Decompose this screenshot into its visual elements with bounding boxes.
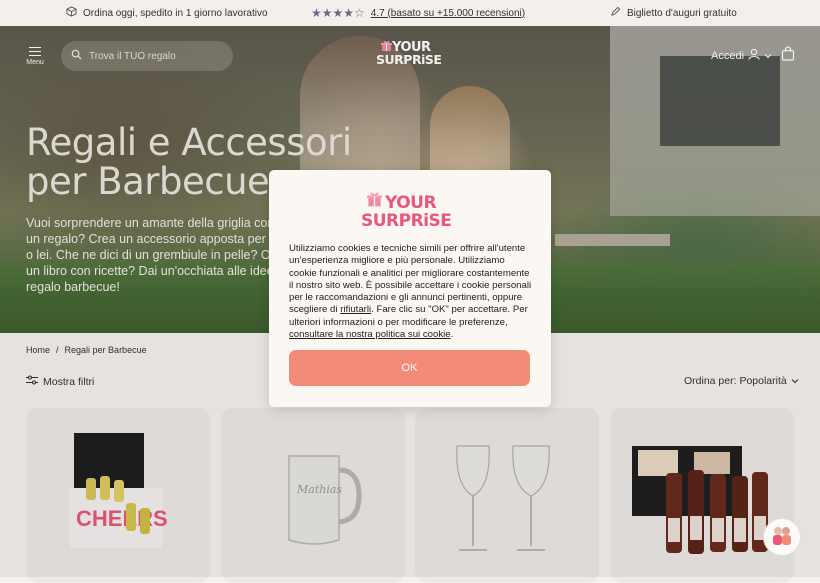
card-text: Biglietto d'auguri gratuito	[627, 7, 737, 19]
dialog-logo-line2: SURPRiSE	[361, 211, 452, 231]
card-info: Biglietto d'auguri gratuito	[610, 0, 737, 26]
top-info-bar: Ordina oggi, spedito in 1 giorno lavorat…	[0, 0, 820, 26]
cookie-policy-link[interactable]: consultare la nostra politica sui cookie	[289, 329, 451, 340]
pen-icon	[610, 6, 621, 20]
support-chat-button[interactable]	[763, 518, 801, 556]
shipping-text: Ordina oggi, spedito in 1 giorno lavorat…	[83, 7, 268, 19]
rating-link[interactable]: 4.7 (basato su +15.000 recensioni)	[371, 8, 525, 19]
cookie-text-end: .	[450, 329, 454, 341]
dialog-logo: YOUR SURPRiSE	[361, 190, 461, 232]
cookie-text: Utilizziamo cookies e tecniche simili pe…	[289, 243, 533, 341]
rating-stars-icon: ★★★★☆	[311, 6, 365, 20]
cookie-consent-dialog: YOUR SURPRiSE Utilizziamo cookies e tecn…	[269, 170, 551, 407]
gift-logo-icon	[367, 191, 382, 212]
box-icon	[66, 6, 77, 20]
shipping-info: Ordina oggi, spedito in 1 giorno lavorat…	[66, 0, 268, 26]
accept-cookies-button[interactable]: OK	[289, 350, 530, 386]
refuse-cookies-link[interactable]: rifiutarli	[340, 304, 371, 315]
rating-info[interactable]: ★★★★☆ 4.7 (basato su +15.000 recensioni)	[311, 0, 525, 26]
support-avatar-icon	[769, 522, 795, 553]
